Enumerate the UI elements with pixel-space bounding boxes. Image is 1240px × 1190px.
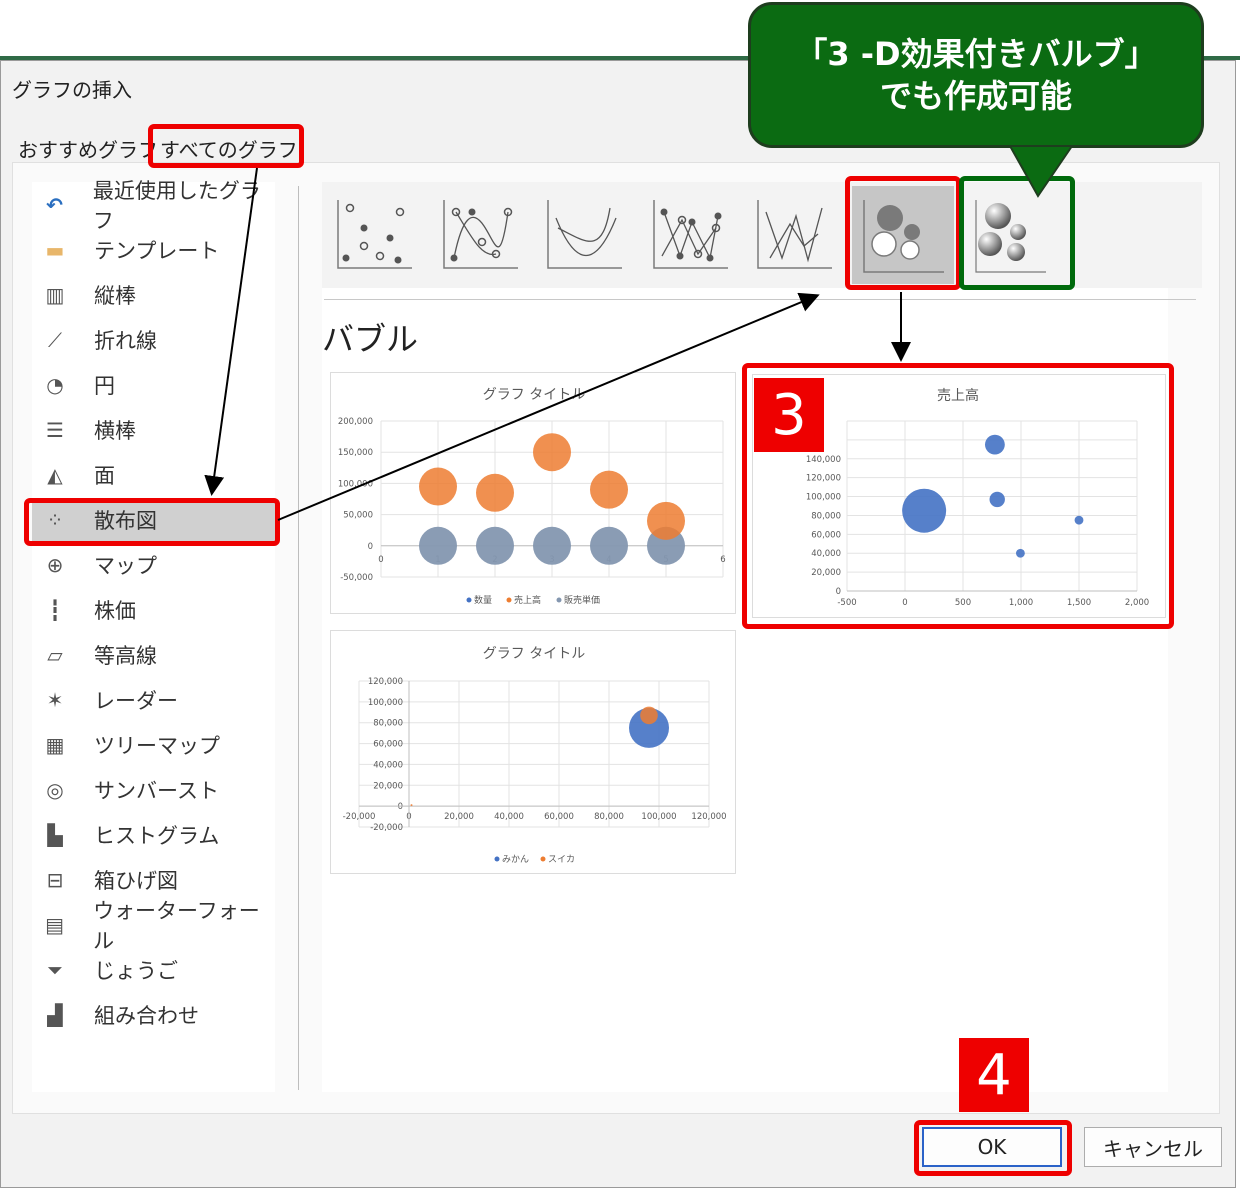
- annotation-arrows: [204, 145, 1074, 521]
- arrow-scatter-to-bubble: [277, 292, 820, 521]
- arrow-tab-to-scatter: [204, 167, 258, 496]
- callout-pointer: [1008, 145, 1074, 198]
